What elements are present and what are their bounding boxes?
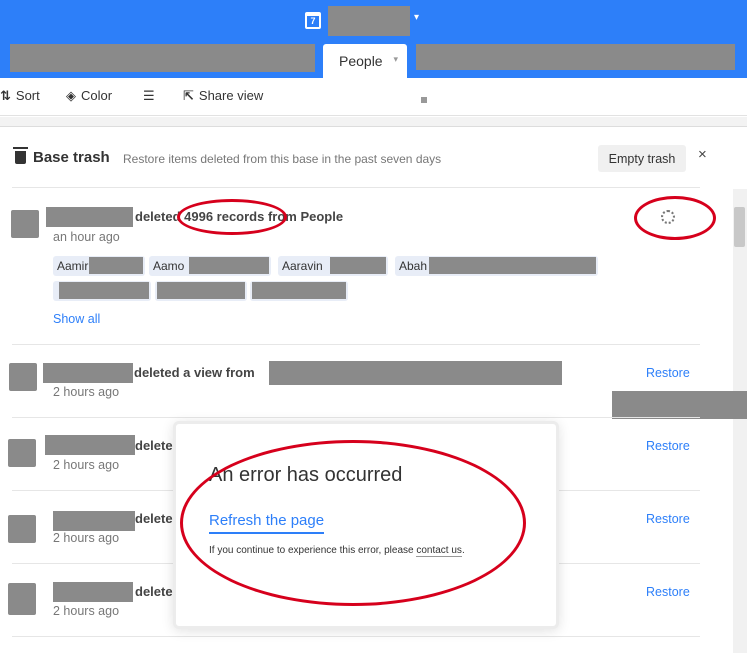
entry-time: 2 hours ago bbox=[53, 531, 120, 545]
redaction bbox=[157, 282, 245, 299]
sort-icon: ⇅ bbox=[0, 88, 11, 103]
record-chip[interactable]: Aaravin bbox=[278, 256, 388, 276]
entry-action: deleted a view from bbox=[134, 365, 255, 380]
entry-time: an hour ago bbox=[53, 230, 120, 244]
annotation-ellipse bbox=[180, 440, 526, 606]
paint-bucket-icon: ◈ bbox=[66, 88, 76, 103]
record-chip[interactable]: Abah bbox=[395, 256, 598, 276]
divider bbox=[12, 636, 700, 637]
sort-label: Sort bbox=[15, 88, 40, 103]
entry-action: delete bbox=[135, 584, 173, 599]
actor-name-redacted bbox=[53, 511, 135, 531]
restore-button[interactable]: Restore bbox=[646, 366, 690, 380]
empty-trash-button[interactable]: Empty trash bbox=[598, 145, 686, 172]
avatar bbox=[9, 363, 37, 391]
color-label: Color bbox=[81, 88, 113, 103]
actor-name-redacted bbox=[43, 363, 133, 383]
app-header: 7 ▾ People ▾ bbox=[0, 0, 747, 78]
scrollbar[interactable] bbox=[733, 189, 747, 653]
annotation-ellipse bbox=[634, 196, 716, 240]
redaction bbox=[189, 257, 269, 274]
record-chip-label: Aamir bbox=[57, 259, 89, 273]
record-chip[interactable]: Aamo bbox=[149, 256, 271, 276]
entry-time: 2 hours ago bbox=[53, 385, 120, 399]
color-button[interactable]: ◈ Color bbox=[66, 88, 112, 104]
avatar bbox=[8, 583, 36, 615]
restore-button[interactable]: Restore bbox=[646, 512, 690, 526]
chevron-down-icon[interactable]: ▾ bbox=[414, 12, 419, 23]
show-all-link[interactable]: Show all bbox=[53, 312, 100, 326]
row-height-icon: ☰ bbox=[143, 88, 155, 103]
toolbar-marker bbox=[421, 97, 427, 103]
divider bbox=[12, 417, 700, 418]
actor-name-redacted bbox=[53, 582, 133, 602]
avatar bbox=[8, 515, 36, 543]
tab-people[interactable]: People ▾ bbox=[323, 44, 407, 78]
entry-time: 2 hours ago bbox=[53, 604, 120, 618]
table-tab-redacted[interactable] bbox=[416, 44, 735, 70]
sort-button[interactable]: ⇅ Sort bbox=[0, 88, 40, 104]
redaction bbox=[252, 282, 346, 299]
grid-header-strip bbox=[0, 117, 747, 127]
panel-subtitle: Restore items deleted from this base in … bbox=[123, 152, 442, 166]
chevron-down-icon[interactable]: ▾ bbox=[393, 54, 398, 65]
share-view-button[interactable]: ⇱ Share view bbox=[183, 88, 263, 104]
share-icon: ⇱ bbox=[183, 88, 194, 103]
record-chip[interactable]: Aamir bbox=[53, 256, 145, 276]
trash-icon bbox=[13, 147, 28, 164]
record-chip-label: Aaravin bbox=[282, 259, 323, 273]
calendar-icon: 7 bbox=[305, 12, 321, 29]
entry-action: delete bbox=[135, 438, 173, 453]
actor-name-redacted bbox=[46, 207, 133, 227]
record-chip-label: Aamo bbox=[153, 259, 185, 273]
annotation-ellipse bbox=[177, 199, 287, 235]
redaction bbox=[59, 282, 149, 299]
base-name-redacted[interactable] bbox=[328, 6, 410, 36]
panel-title: Base trash bbox=[33, 149, 110, 166]
record-chip[interactable] bbox=[155, 281, 247, 301]
share-view-label: Share view bbox=[198, 88, 264, 103]
redaction bbox=[89, 257, 143, 274]
redaction bbox=[330, 257, 386, 274]
divider bbox=[12, 187, 700, 188]
close-icon[interactable]: × bbox=[698, 146, 707, 163]
entry-time: 2 hours ago bbox=[53, 458, 120, 472]
row-height-button[interactable]: ☰ bbox=[143, 88, 160, 104]
view-toolbar: ⇅ Sort ◈ Color ☰ ⇱ Share view bbox=[0, 78, 747, 116]
restore-button[interactable]: Restore bbox=[646, 439, 690, 453]
view-name-redacted bbox=[269, 361, 562, 385]
record-chip[interactable] bbox=[53, 281, 151, 301]
divider bbox=[12, 344, 700, 345]
table-tab-redacted[interactable] bbox=[10, 44, 315, 72]
actor-name-redacted bbox=[45, 435, 135, 455]
tab-people-label: People bbox=[339, 53, 383, 69]
redaction bbox=[612, 391, 747, 419]
restore-button[interactable]: Restore bbox=[646, 585, 690, 599]
record-chip-label: Abah bbox=[399, 259, 428, 273]
entry-action: delete bbox=[135, 511, 173, 526]
record-chip[interactable] bbox=[250, 281, 348, 301]
avatar bbox=[8, 439, 36, 467]
scrollbar-thumb[interactable] bbox=[734, 207, 745, 247]
redaction bbox=[429, 257, 596, 274]
avatar bbox=[11, 210, 39, 238]
